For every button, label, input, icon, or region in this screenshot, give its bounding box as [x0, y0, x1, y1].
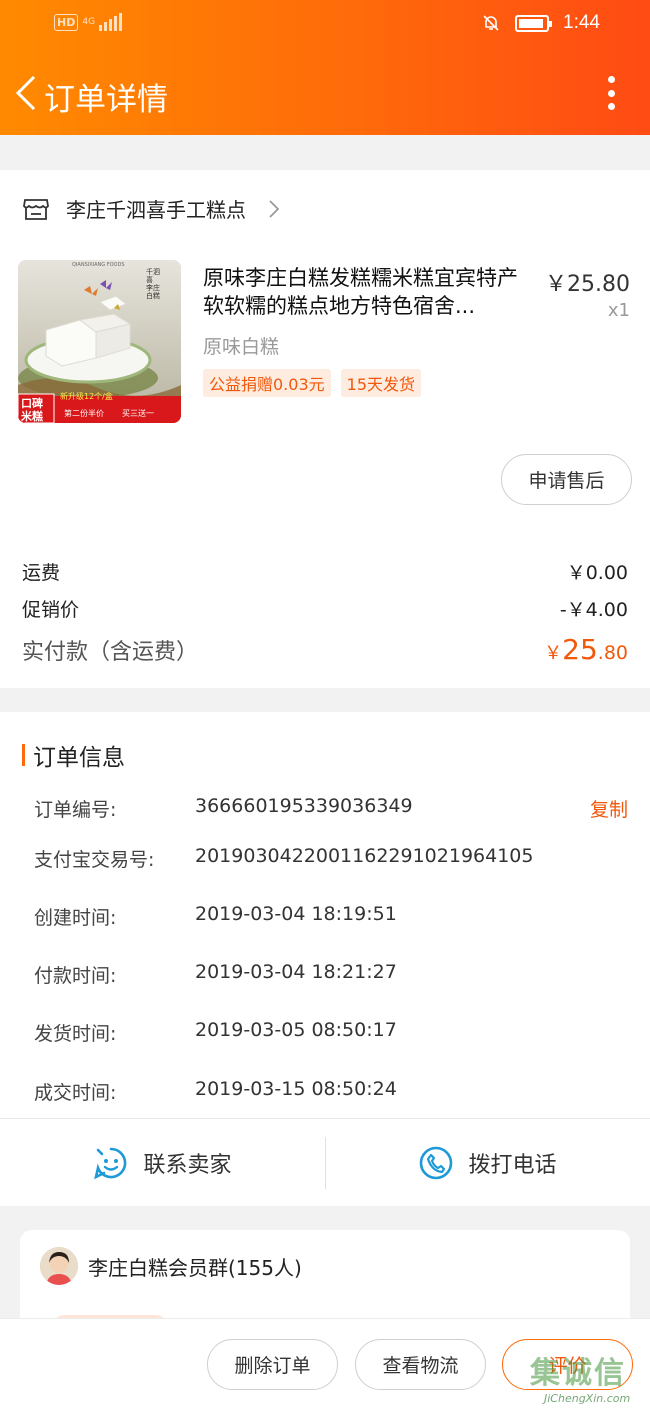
info-label: 创建时间: [34, 907, 117, 929]
product-image-top-text: QIANSIXIANG FOODS [72, 262, 125, 268]
signal-icon [99, 13, 123, 31]
paid-time: 2019-03-04 18:21:27 [195, 961, 397, 983]
shipped-time-row: 发货时间: 2019-03-05 08:50:17 [34, 1019, 628, 1046]
shipping-fee-row: 运费 ￥0.00 [22, 558, 628, 585]
paid-currency: ￥ [544, 643, 563, 664]
alipay-trade-number: 2019030422001162291021964105 [195, 845, 534, 867]
product-image-badge-2: 米糕 [21, 410, 43, 423]
created-time: 2019-03-04 18:19:51 [195, 903, 397, 925]
bottom-action-bar: 删除订单 查看物流 评价 集诚信 JiChengXin.com [0, 1318, 650, 1408]
page-title: 订单详情 [44, 82, 168, 118]
info-label: 成交时间: [34, 1082, 117, 1104]
contact-seller-label: 联系卖家 [143, 1153, 232, 1178]
promo-row: 促销价 -￥4.00 [22, 595, 628, 622]
back-arrow-icon[interactable] [12, 73, 42, 113]
paid-label: 实付款（含运费） [22, 640, 199, 665]
clock: 1:44 [563, 12, 600, 33]
order-info-title: 订单信息 [33, 745, 125, 771]
paid-time-row: 付款时间: 2019-03-04 18:21:27 [34, 961, 628, 988]
view-logistics-button[interactable]: 查看物流 [355, 1339, 486, 1390]
promo-value: -￥4.00 [559, 599, 628, 621]
order-number-row: 订单编号: 366660195339036349 复制 [34, 795, 628, 822]
product-tags: 公益捐赠0.03元 15天发货 [203, 369, 422, 397]
nav-bar: 订单详情 [0, 60, 650, 126]
mute-icon [483, 15, 499, 31]
order-number: 366660195339036349 [195, 795, 413, 817]
info-label: 订单编号: [34, 799, 117, 821]
alipay-trade-row: 支付宝交易号: 2019030422001162291021964105 [34, 845, 628, 872]
delete-order-button[interactable]: 删除订单 [207, 1339, 338, 1390]
created-time-row: 创建时间: 2019-03-04 18:19:51 [34, 903, 628, 930]
shop-name: 李庄千泗喜手工糕点 [66, 198, 246, 222]
product-image-promo-3: 买三送一 [122, 409, 154, 418]
info-label: 发货时间: [34, 1023, 117, 1045]
contact-seller-button[interactable]: 联系卖家 [0, 1119, 325, 1207]
chat-smile-icon [94, 1147, 127, 1180]
ship-time-tag: 15天发货 [340, 369, 422, 397]
group-avatar [40, 1247, 78, 1285]
order-item-card: 李庄千泗喜手工糕点 千泗喜 李庄白糕 QIANSIXIANG FOODS 口碑 … [0, 170, 650, 688]
store-icon [23, 198, 49, 220]
group-name: 李庄白糕会员群(155人) [88, 1255, 302, 1280]
battery-icon [515, 14, 553, 32]
charity-tag: 公益捐赠0.03元 [203, 369, 331, 397]
shipping-label: 运费 [22, 562, 61, 584]
product-image-side-text: 千泗喜 李庄白糕 [146, 268, 160, 300]
after-sale-button[interactable]: 申请售后 [501, 454, 632, 505]
product-image[interactable]: 千泗喜 李庄白糕 QIANSIXIANG FOODS 口碑 米糕 新升级12个/… [18, 260, 181, 423]
paid-decimal: .80 [597, 642, 628, 664]
info-label: 付款时间: [34, 965, 117, 987]
call-phone-label: 拨打电话 [468, 1153, 557, 1178]
status-bar: HD 4G 1:44 [0, 0, 650, 50]
order-info-card: 订单信息 订单编号: 366660195339036349 复制 支付宝交易号:… [0, 712, 650, 1118]
info-label: 支付宝交易号: [34, 849, 155, 871]
copy-button[interactable]: 复制 [590, 795, 628, 822]
shipping-value: ￥0.00 [566, 562, 628, 584]
hd-badge: HD [54, 13, 79, 31]
completed-time-row: 成交时间: 2019-03-15 08:50:24 [34, 1078, 628, 1105]
paid-amount: ￥25.80 [544, 633, 628, 666]
header: HD 4G 1:44 订单详情 [0, 0, 650, 135]
chevron-right-icon [269, 199, 280, 218]
product-image-promo-2: 第二份半价 [64, 409, 104, 418]
product-image-promo-1: 新升级12个/盒 [60, 392, 113, 401]
section-accent-bar [22, 744, 25, 766]
product-price: ￥25.80 [545, 272, 630, 297]
contact-bar: 联系卖家 拨打电话 [0, 1118, 650, 1206]
network-type: 4G [82, 16, 96, 27]
more-icon[interactable] [606, 76, 616, 110]
order-info-header: 订单信息 [22, 738, 125, 772]
paid-integer: 25 [562, 633, 598, 666]
product-quantity: x1 [607, 300, 630, 321]
product-title[interactable]: 原味李庄白糕发糕糯米糕宜宾特产软软糯的糕点地方特色宿舍... [203, 264, 533, 320]
paid-row: 实付款（含运费） ￥25.80 [22, 633, 628, 666]
promo-label: 促销价 [22, 599, 80, 621]
watermark-top: 集诚信 [530, 1356, 626, 1391]
call-phone-button[interactable]: 拨打电话 [325, 1119, 650, 1207]
shipped-time: 2019-03-05 08:50:17 [195, 1019, 397, 1041]
product-sku: 原味白糕 [203, 336, 280, 358]
shop-link[interactable]: 李庄千泗喜手工糕点 [22, 194, 280, 223]
watermark-logo: 集诚信 JiChengXin.com [530, 1348, 646, 1406]
completed-time: 2019-03-15 08:50:24 [195, 1078, 397, 1100]
watermark-bottom: JiChengXin.com [544, 1392, 631, 1405]
phone-icon [420, 1146, 453, 1180]
